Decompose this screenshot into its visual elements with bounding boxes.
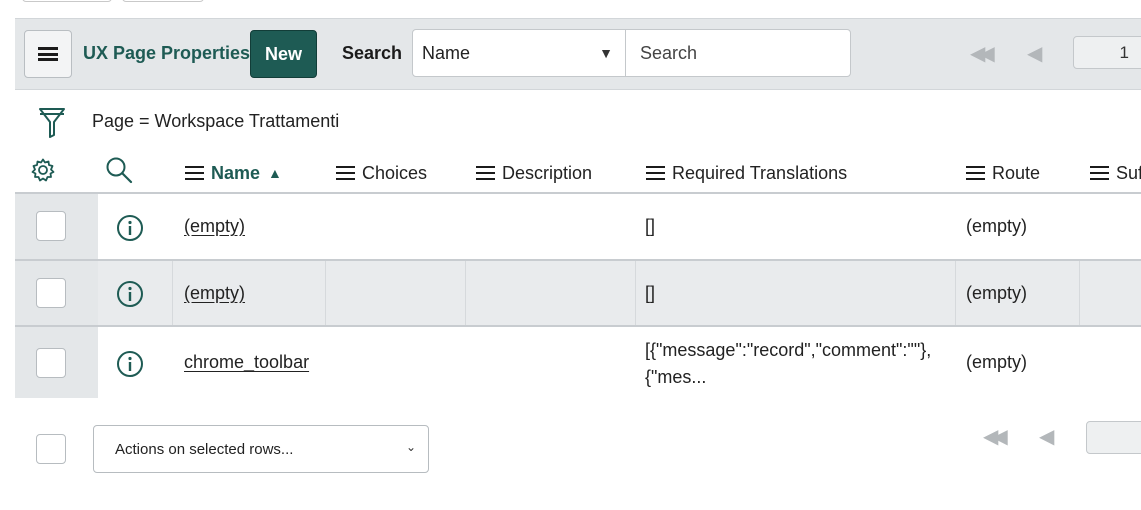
previous-page-icon[interactable]: ◀ — [1027, 41, 1043, 66]
row-route: (empty) — [966, 352, 1028, 372]
column-header-choices[interactable]: Choices — [336, 158, 427, 188]
row-checkbox[interactable] — [36, 278, 66, 308]
list-menu-button[interactable] — [24, 30, 72, 78]
column-header-name[interactable]: Name ▲ — [185, 158, 282, 188]
info-icon[interactable] — [116, 280, 144, 308]
list-title[interactable]: UX Page Properties — [83, 43, 250, 64]
column-label: Required Translations — [672, 162, 848, 183]
actions-select[interactable]: Actions on selected rows... ⌄ — [93, 425, 429, 473]
top-tab-left[interactable] — [22, 0, 112, 2]
magnifier-icon[interactable] — [105, 156, 133, 184]
table-row: chrome_toolbar [{"message":"record","com… — [15, 327, 1141, 398]
search-field-value: Name — [422, 43, 471, 63]
gear-icon[interactable] — [30, 157, 56, 183]
column-label: Route — [992, 162, 1041, 183]
column-header-description[interactable]: Description — [476, 158, 592, 188]
column-separator — [955, 261, 956, 325]
new-button[interactable]: New — [250, 30, 317, 78]
table-row: (empty) [] (empty) — [15, 261, 1141, 325]
list-header-bar: UX Page Properties New Search Name ▼ ◀◀ … — [15, 18, 1141, 90]
column-menu-icon[interactable] — [476, 166, 495, 180]
column-menu-icon[interactable] — [336, 166, 355, 180]
row-name-link[interactable]: (empty) — [184, 281, 245, 305]
column-menu-icon[interactable] — [1090, 166, 1109, 180]
top-tab-right[interactable] — [122, 0, 204, 2]
chevron-down-icon: ⌄ — [405, 440, 416, 454]
filter-breadcrumb[interactable]: Page = Workspace Trattamenti — [92, 111, 339, 132]
column-menu-icon[interactable] — [185, 166, 204, 180]
row-route: (empty) — [966, 216, 1028, 236]
first-page-icon[interactable]: ◀◀ — [983, 424, 1008, 449]
first-page-icon[interactable]: ◀◀ — [970, 41, 995, 66]
column-separator — [1079, 261, 1080, 325]
hamburger-menu-icon — [38, 47, 58, 61]
row-checkbox[interactable] — [36, 211, 66, 241]
row-required-translations: [{"message":"record","comment":""}, — [645, 340, 932, 360]
page-number-input[interactable]: 1 — [1073, 36, 1141, 69]
column-separator — [635, 261, 636, 325]
bottom-page-number-input[interactable] — [1086, 421, 1141, 454]
row-route: (empty) — [966, 283, 1028, 303]
filter-funnel-icon[interactable] — [38, 107, 66, 139]
column-header-required-translations[interactable]: Required Translations — [646, 158, 847, 188]
table-row: (empty) [] (empty) — [15, 194, 1141, 259]
column-separator — [172, 261, 173, 325]
search-field-select[interactable]: Name ▼ — [412, 29, 626, 77]
sort-ascending-icon: ▲ — [268, 165, 282, 181]
column-header-route[interactable]: Route — [966, 158, 1040, 188]
column-header-suffix[interactable]: Suf — [1090, 158, 1141, 188]
column-label: Description — [502, 162, 593, 183]
row-name-link[interactable]: (empty) — [184, 214, 245, 238]
actions-select-value: Actions on selected rows... — [115, 441, 294, 458]
search-input[interactable] — [625, 29, 851, 77]
info-icon[interactable] — [116, 350, 144, 378]
row-required-translations: [] — [645, 216, 656, 236]
column-menu-icon[interactable] — [646, 166, 665, 180]
search-label: Search — [342, 43, 403, 63]
select-all-checkbox[interactable] — [36, 434, 66, 464]
column-separator — [325, 261, 326, 325]
previous-page-icon[interactable]: ◀ — [1039, 424, 1055, 449]
column-menu-icon[interactable] — [966, 166, 985, 180]
row-checkbox[interactable] — [36, 348, 66, 378]
column-label: Choices — [362, 162, 428, 183]
caret-down-icon: ▼ — [599, 45, 613, 61]
column-separator — [465, 261, 466, 325]
row-required-translations-continued: {"mes... — [645, 367, 707, 387]
column-label: Suf — [1116, 162, 1141, 183]
page-number: 1 — [1119, 43, 1129, 62]
column-label: Name — [211, 162, 261, 183]
row-name-link[interactable]: chrome_toolbar — [184, 350, 309, 374]
row-required-translations: [] — [645, 283, 656, 303]
info-icon[interactable] — [116, 214, 144, 242]
